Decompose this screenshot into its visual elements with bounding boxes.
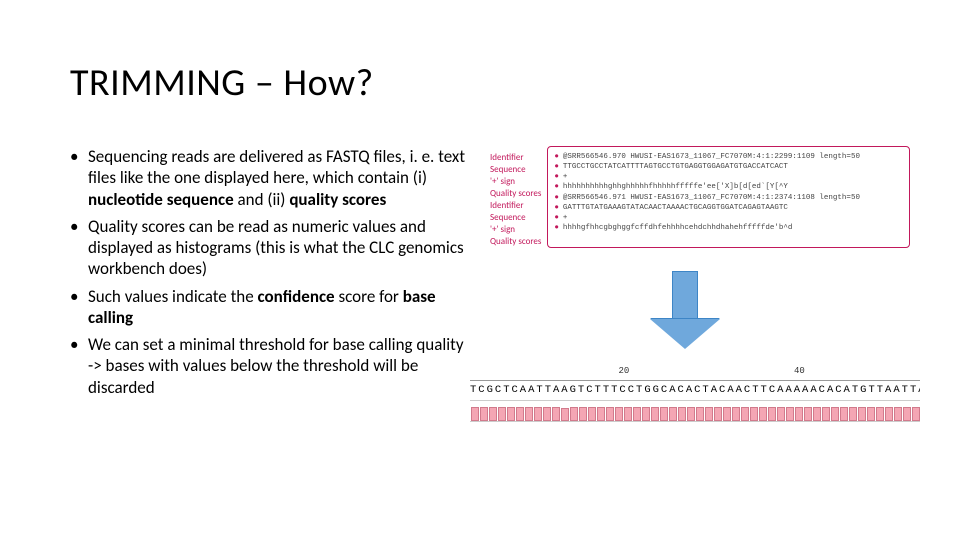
histogram-bar <box>822 407 830 421</box>
histogram-bar <box>579 407 587 421</box>
histogram-bar <box>570 407 578 421</box>
histogram-bar <box>813 407 821 421</box>
fastq-label-identifier: Identifier <box>490 200 541 212</box>
histogram-bar <box>606 407 614 421</box>
bullet-dot-icon: ● <box>554 224 559 232</box>
histogram-bar <box>561 408 569 421</box>
bullet-dot-icon: ● <box>554 194 559 202</box>
bullet-4: We can set a minimal threshold for base … <box>70 334 470 398</box>
histogram-bar <box>804 407 812 421</box>
fastq-label-plus: '+' sign <box>490 224 541 236</box>
bullet-dot-icon: ● <box>554 204 559 212</box>
quality-histogram: 20 40 TCGCTCAATTAAGTCTTTCCTGGCACACTACAAC… <box>470 366 920 422</box>
histogram-bar <box>624 407 632 421</box>
histogram-bar <box>840 407 848 421</box>
histogram-bar <box>660 407 668 421</box>
histogram-bar <box>552 407 560 421</box>
histogram-bar <box>705 407 713 421</box>
histogram-bar <box>687 407 695 421</box>
histogram-bar <box>741 407 749 421</box>
histogram-bar <box>480 407 488 421</box>
histogram-bar <box>750 407 758 421</box>
arrow-down-icon <box>650 271 720 351</box>
histogram-bar <box>723 407 731 421</box>
histogram-bar <box>714 407 722 421</box>
fastq-label-sequence: Sequence <box>490 164 541 176</box>
histogram-bar <box>525 407 533 421</box>
histogram-bar <box>786 407 794 421</box>
histogram-bar <box>642 407 650 421</box>
histogram-bar <box>912 407 920 421</box>
histogram-bar <box>633 407 641 421</box>
tick-label: 40 <box>794 366 805 376</box>
histogram-bar <box>849 407 857 421</box>
histogram-bar <box>498 407 506 421</box>
histogram-bar <box>768 407 776 421</box>
histogram-bar <box>669 407 677 421</box>
fastq-label-sequence: Sequence <box>490 212 541 224</box>
fastq-label-quality: Quality scores <box>490 188 541 200</box>
fastq-label-plus: '+' sign <box>490 176 541 188</box>
histogram-bar <box>894 407 902 421</box>
histogram-bar <box>795 407 803 421</box>
bullet-1: Sequencing reads are delivered as FASTQ … <box>70 146 470 210</box>
fastq-diagram: Identifier Sequence '+' sign Quality sco… <box>490 146 910 248</box>
fastq-label-quality: Quality scores <box>490 236 541 248</box>
histogram-bar <box>507 407 515 421</box>
histogram-bar <box>858 407 866 421</box>
tick-label: 20 <box>619 366 630 376</box>
histogram-bar <box>732 407 740 421</box>
bullet-dot-icon: ● <box>554 163 559 171</box>
histogram-bar <box>489 407 497 421</box>
bullet-dot-icon: ● <box>554 183 559 191</box>
histogram-bar <box>597 407 605 421</box>
histogram-bar <box>903 407 911 421</box>
page-title: TRIMMING – How? <box>70 60 890 106</box>
histogram-sequence: TCGCTCAATTAAGTCTTTCCTGGCACACTACAACTTCAAA… <box>470 384 920 396</box>
histogram-bar <box>867 407 875 421</box>
bullet-dot-icon: ● <box>554 173 559 181</box>
histogram-bar <box>885 407 893 421</box>
histogram-bar <box>876 407 884 421</box>
bullet-3: Such values indicate the confidence scor… <box>70 286 470 329</box>
histogram-bar <box>759 407 767 421</box>
histogram-bar <box>831 407 839 421</box>
histogram-bar <box>777 407 785 421</box>
histogram-bar <box>543 407 551 421</box>
histogram-bar <box>678 407 686 421</box>
fastq-label-column: Identifier Sequence '+' sign Quality sco… <box>490 146 541 248</box>
histogram-bar <box>696 407 704 421</box>
histogram-axis-ticks: 20 40 <box>470 366 920 380</box>
bullet-dot-icon: ● <box>554 214 559 222</box>
fastq-label-identifier: Identifier <box>490 152 541 164</box>
histogram-bars <box>470 400 920 422</box>
histogram-bar <box>534 407 542 421</box>
bullet-column: Sequencing reads are delivered as FASTQ … <box>70 146 470 404</box>
bullet-2: Quality scores can be read as numeric va… <box>70 216 470 280</box>
histogram-bar <box>651 407 659 421</box>
histogram-bar <box>471 407 479 421</box>
histogram-bar <box>615 407 623 421</box>
bullet-dot-icon: ● <box>554 153 559 161</box>
histogram-bar <box>588 407 596 421</box>
histogram-bar <box>516 407 524 421</box>
fastq-content-box: ●@SRR566546.970 HWUSI-EAS1673_11067_FC70… <box>547 146 910 248</box>
